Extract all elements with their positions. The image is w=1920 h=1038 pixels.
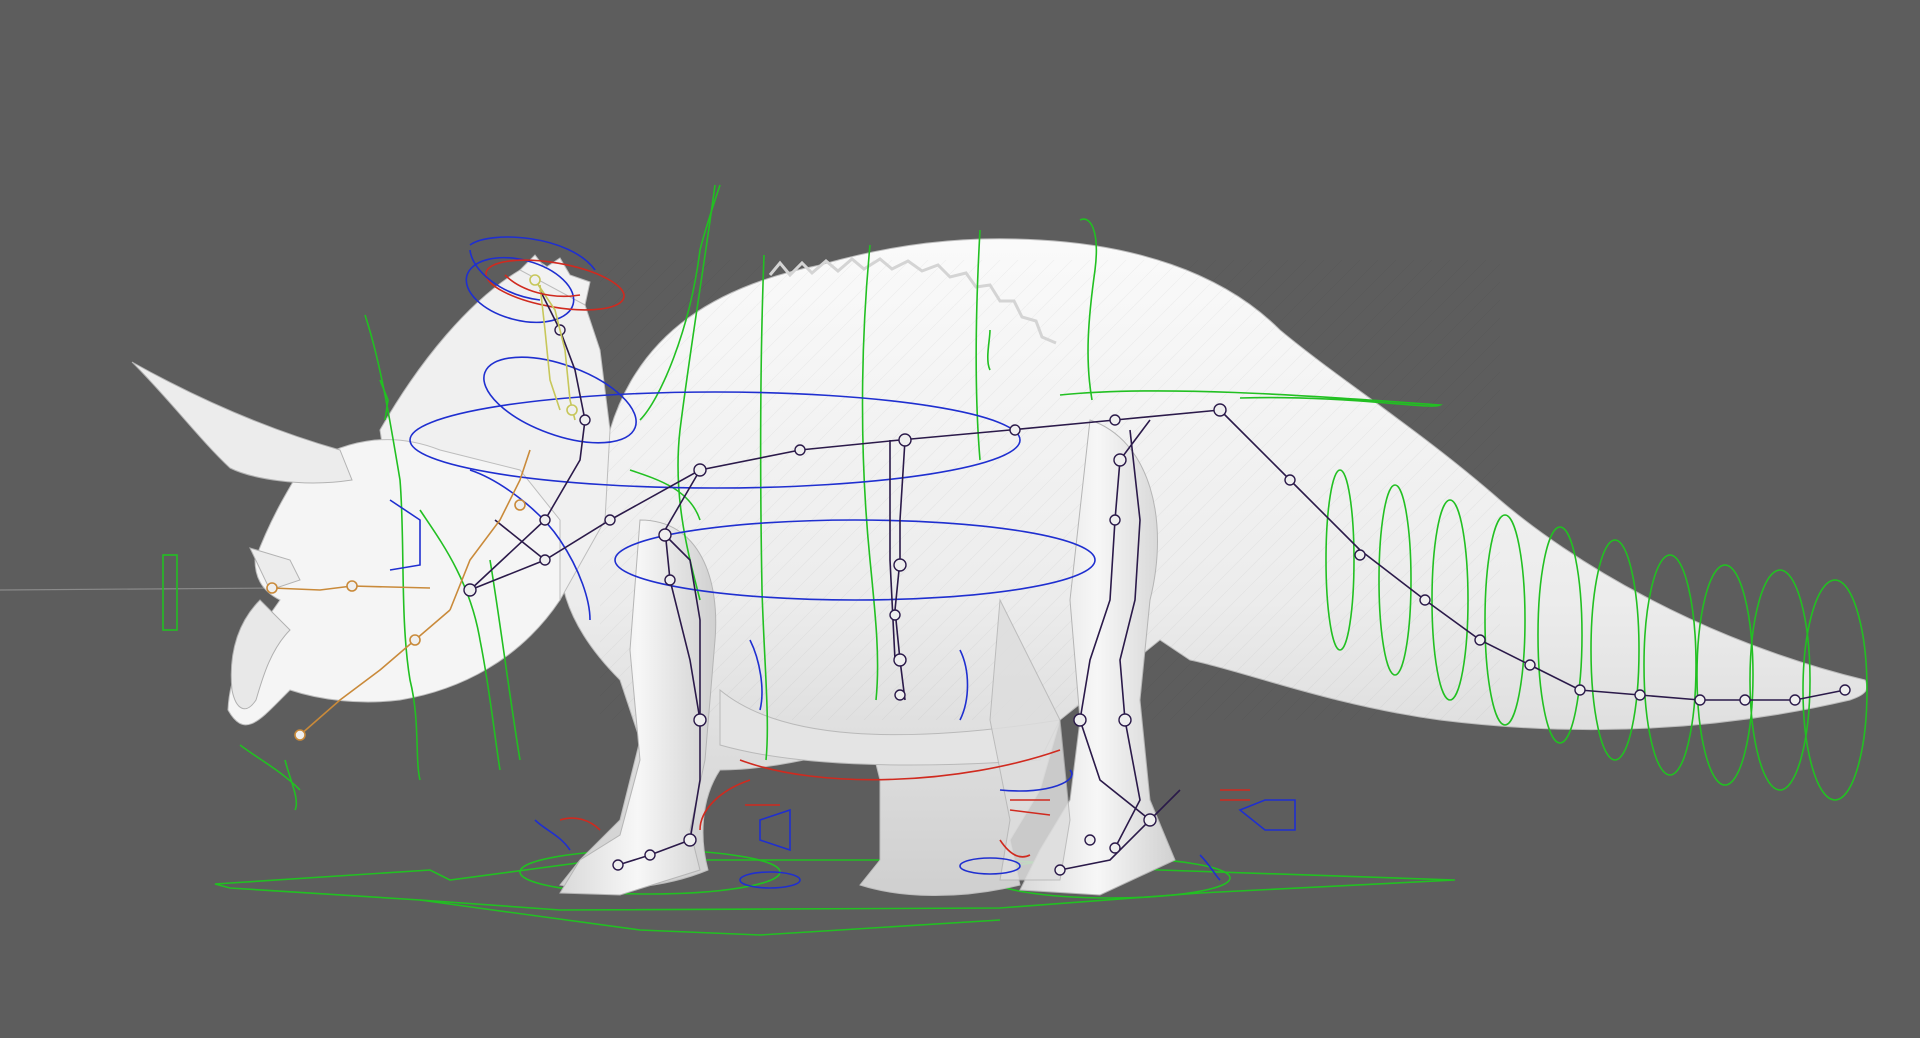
triceratops-mesh[interactable] bbox=[131, 238, 1868, 896]
3d-viewport[interactable] bbox=[0, 0, 1920, 1038]
viewport-canvas[interactable] bbox=[0, 0, 1920, 1038]
axis-line bbox=[0, 587, 281, 591]
ground-control[interactable] bbox=[214, 849, 1456, 936]
